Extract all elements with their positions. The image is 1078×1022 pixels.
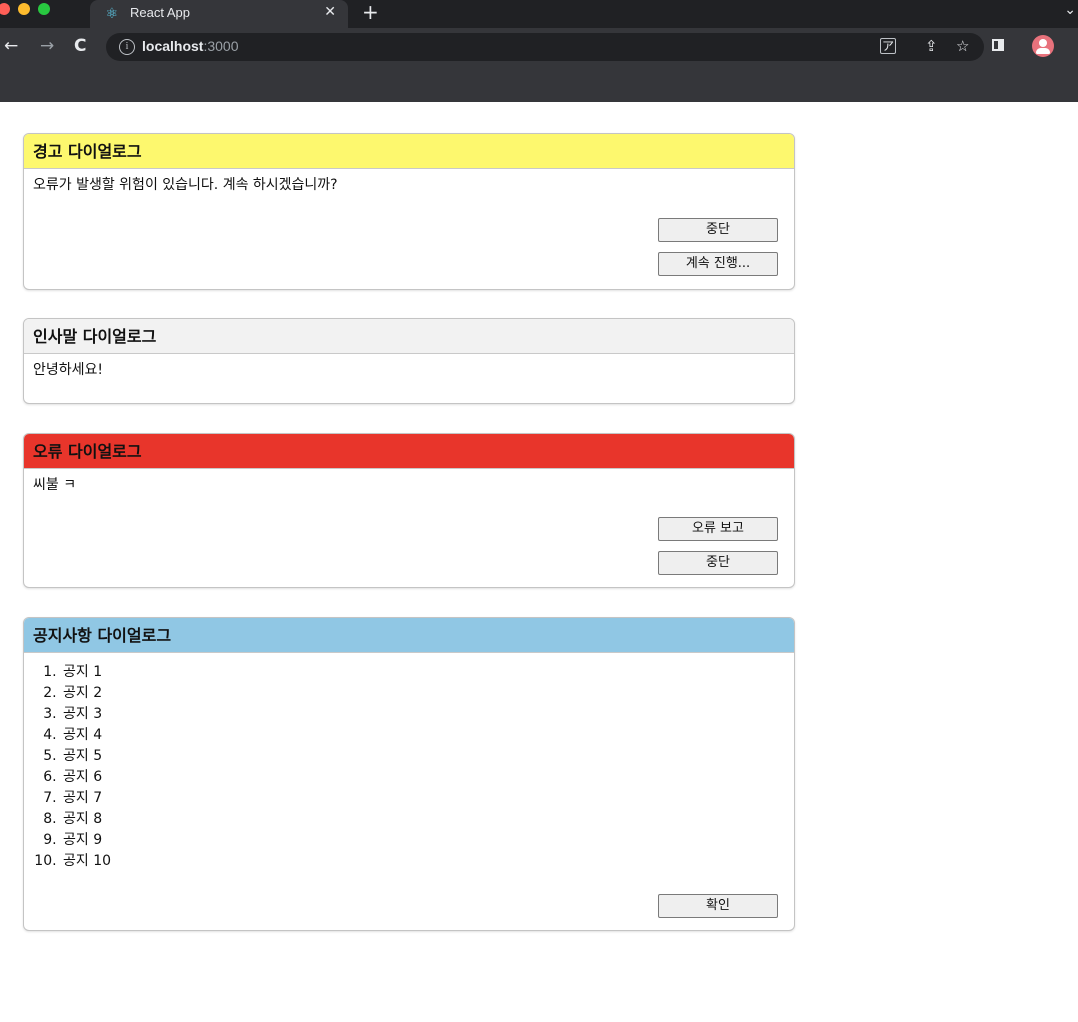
warning-dialog-message: 오류가 발생할 위험이 있습니다. 계속 하시겠습니까? [33,177,338,193]
continue-button[interactable]: 계속 진행... [658,252,778,276]
browser-tab[interactable]: ⚛ React App ✕ [90,0,348,28]
list-item: 공지 1 [61,662,785,683]
bookmark-bar [0,66,1078,102]
list-item: 공지 6 [61,767,785,788]
notice-list: 공지 1 공지 2 공지 3 공지 4 공지 5 공지 6 공지 7 공지 8 … [33,662,785,872]
browser-tab-bar: ⚛ React App ✕ + ⌄ [0,0,1078,28]
tab-search-chevron-icon[interactable]: ⌄ [1064,2,1076,18]
warning-dialog: 경고 다이얼로그 오류가 발생할 위험이 있습니다. 계속 하시겠습니까? 중단… [23,133,795,290]
translate-icon[interactable]: ア [880,38,896,54]
browser-menu-icon[interactable]: ⋮ [1072,37,1078,56]
notice-dialog-buttons: 확인 [658,894,778,928]
greeting-dialog-message: 안녕하세요! [33,362,104,378]
window-close-button[interactable] [0,3,10,15]
side-panel-icon[interactable] [992,39,1004,51]
window-minimize-button[interactable] [18,3,30,15]
url-text[interactable]: localhost:3000 [142,38,239,54]
error-dialog-buttons: 오류 보고 중단 [658,517,778,585]
url-port: :3000 [203,38,239,54]
back-arrow-icon[interactable]: ← [4,36,18,56]
tab-title: React App [130,5,190,20]
report-error-button[interactable]: 오류 보고 [658,517,778,541]
forward-arrow-icon[interactable]: → [40,36,54,56]
react-icon: ⚛ [105,6,119,22]
window-zoom-button[interactable] [38,3,50,15]
profile-avatar-icon[interactable] [1032,35,1054,57]
reload-icon[interactable]: C [74,36,86,56]
list-item: 공지 4 [61,725,785,746]
notice-dialog-body: 공지 1 공지 2 공지 3 공지 4 공지 5 공지 6 공지 7 공지 8 … [24,653,794,872]
list-item: 공지 9 [61,830,785,851]
warning-dialog-title: 경고 다이얼로그 [24,134,794,169]
notice-dialog: 공지사항 다이얼로그 공지 1 공지 2 공지 3 공지 4 공지 5 공지 6… [23,617,795,931]
list-item: 공지 7 [61,788,785,809]
greeting-dialog: 인사말 다이얼로그 안녕하세요! [23,318,795,404]
list-item: 공지 2 [61,683,785,704]
stop-button[interactable]: 중단 [658,218,778,242]
bookmark-star-icon[interactable]: ☆ [956,37,969,55]
share-icon[interactable]: ⇪ [925,37,938,55]
list-item: 공지 10 [61,851,785,872]
list-item: 공지 3 [61,704,785,725]
greeting-dialog-title: 인사말 다이얼로그 [24,319,794,354]
warning-dialog-buttons: 중단 계속 진행... [658,218,778,286]
error-dialog-message: 씨불 ㅋ [33,477,77,493]
notice-dialog-title: 공지사항 다이얼로그 [24,618,794,653]
confirm-button[interactable]: 확인 [658,894,778,918]
url-host: localhost [142,38,204,54]
new-tab-icon[interactable]: + [362,0,379,24]
address-bar[interactable]: i localhost:3000 [106,33,984,61]
error-dialog-title: 오류 다이얼로그 [24,434,794,469]
tab-close-icon[interactable]: ✕ [324,4,336,20]
error-dialog: 오류 다이얼로그 씨불 ㅋ 오류 보고 중단 [23,433,795,588]
browser-toolbar: ← → C i localhost:3000 ア ⇪ ☆ ⋮ [0,28,1078,66]
site-info-icon[interactable]: i [119,39,135,55]
list-item: 공지 8 [61,809,785,830]
stop-button[interactable]: 중단 [658,551,778,575]
list-item: 공지 5 [61,746,785,767]
